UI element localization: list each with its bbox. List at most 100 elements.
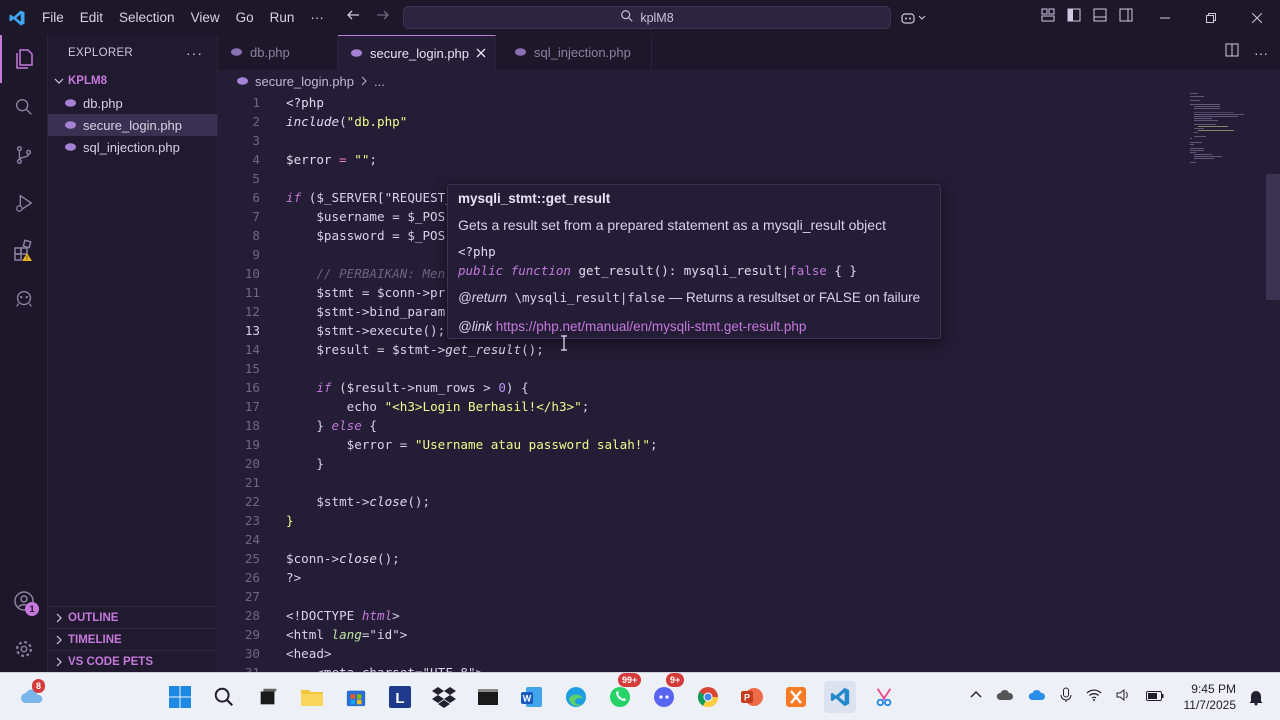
cloud-icon[interactable] bbox=[996, 688, 1014, 706]
microphone-icon[interactable] bbox=[1060, 687, 1072, 708]
extensions-icon[interactable]: ! bbox=[0, 227, 48, 275]
code-line[interactable]: 31 <meta charset="UTF-8"> bbox=[218, 663, 1178, 673]
menu-edit[interactable]: Edit bbox=[72, 0, 111, 35]
code-line[interactable]: 22 $stmt->close(); bbox=[218, 492, 1178, 511]
run-debug-icon[interactable] bbox=[0, 179, 48, 227]
tab-secure-login-php[interactable]: secure_login.php bbox=[338, 35, 496, 70]
code-editor[interactable]: 1 <?php 2 include("db.php" 3 4 $error = ""; 5 6 i… bbox=[218, 92, 1280, 672]
wifi-icon[interactable] bbox=[1086, 688, 1102, 707]
letter-l-app-icon[interactable]: L bbox=[384, 681, 416, 713]
microsoft-store-icon[interactable] bbox=[340, 681, 372, 713]
file-explorer-icon[interactable] bbox=[296, 681, 328, 713]
minimap[interactable] bbox=[1188, 92, 1268, 172]
chrome-icon[interactable] bbox=[692, 681, 724, 713]
tab-db-php[interactable]: db.php bbox=[218, 35, 338, 70]
forward-arrow-icon[interactable] bbox=[375, 7, 391, 28]
remote-explorer-icon[interactable] bbox=[0, 275, 48, 323]
battery-icon[interactable] bbox=[1146, 688, 1164, 706]
code-line[interactable]: 2 include("db.php" bbox=[218, 112, 1178, 131]
snipping-tool-icon[interactable] bbox=[868, 681, 900, 713]
vscode-pets-section[interactable]: VS CODE PETS bbox=[48, 650, 218, 672]
dropbox-icon[interactable] bbox=[428, 681, 460, 713]
customize-layout-icon[interactable] bbox=[1040, 7, 1056, 28]
timeline-section[interactable]: TIMELINE bbox=[48, 628, 218, 650]
back-arrow-icon[interactable] bbox=[345, 7, 361, 28]
toggle-sidebar-icon[interactable] bbox=[1066, 7, 1082, 28]
terminal-icon[interactable] bbox=[472, 681, 504, 713]
code-line[interactable]: 20 } bbox=[218, 454, 1178, 473]
code-line[interactable]: 1 <?php bbox=[218, 93, 1178, 112]
settings-gear-icon[interactable] bbox=[0, 625, 48, 673]
menu-go[interactable]: Go bbox=[228, 0, 262, 35]
code-line[interactable]: 27 bbox=[218, 587, 1178, 606]
editor-scrollbar[interactable] bbox=[1266, 174, 1280, 300]
taskbar-search-icon[interactable] bbox=[208, 681, 240, 713]
menu-more[interactable]: ··· bbox=[302, 0, 332, 35]
line-number: 16 bbox=[244, 379, 260, 395]
menu-selection[interactable]: Selection bbox=[111, 0, 183, 35]
menu-file[interactable]: File bbox=[34, 0, 72, 35]
file-sql-injection-php[interactable]: sql_injection.php bbox=[48, 136, 217, 158]
breadcrumb-file[interactable]: secure_login.php bbox=[255, 74, 354, 89]
clock[interactable]: 9:45 PM 11/7/2025 bbox=[1184, 681, 1237, 713]
code-line[interactable]: 4 $error = ""; bbox=[218, 150, 1178, 169]
file-secure-login-php[interactable]: secure_login.php bbox=[48, 114, 217, 136]
code-token: $error = bbox=[286, 436, 415, 452]
minimize-icon[interactable] bbox=[1142, 0, 1188, 35]
toggle-secondary-sidebar-icon[interactable] bbox=[1118, 7, 1134, 28]
outline-section[interactable]: OUTLINE bbox=[48, 606, 218, 628]
close-window-icon[interactable] bbox=[1234, 0, 1280, 35]
source-control-icon[interactable] bbox=[0, 131, 48, 179]
code-line[interactable]: 21 bbox=[218, 473, 1178, 492]
vscode-taskbar-icon[interactable] bbox=[824, 681, 856, 713]
code-line[interactable]: 28 <!DOCTYPE html> bbox=[218, 606, 1178, 625]
split-editor-icon[interactable] bbox=[1224, 42, 1240, 63]
word-icon[interactable]: W bbox=[516, 681, 548, 713]
start-menu-icon[interactable] bbox=[164, 681, 196, 713]
copilot-icon[interactable] bbox=[900, 10, 926, 26]
folder-kplm8[interactable]: KPLM8 bbox=[48, 70, 217, 92]
code-line[interactable]: 14 $result = $stmt->get_result(); bbox=[218, 340, 1178, 359]
code-line[interactable]: 26 ?> bbox=[218, 568, 1178, 587]
notifications-icon[interactable] bbox=[1240, 681, 1272, 713]
signature-function: function bbox=[510, 263, 571, 278]
code-line[interactable]: 29 <html lang="id"> bbox=[218, 625, 1178, 644]
onedrive-icon[interactable] bbox=[1028, 688, 1046, 706]
accounts-icon[interactable]: 1 bbox=[0, 577, 48, 625]
powerpoint-icon[interactable]: P bbox=[736, 681, 768, 713]
discord-icon[interactable]: 9+ bbox=[648, 673, 685, 713]
restore-icon[interactable] bbox=[1188, 0, 1234, 35]
code-line[interactable]: 19 $error = "Username atau password sala… bbox=[218, 435, 1178, 454]
close-tab-icon[interactable] bbox=[476, 46, 486, 61]
code-line[interactable]: 30 <head> bbox=[218, 644, 1178, 663]
toggle-panel-icon[interactable] bbox=[1092, 7, 1108, 28]
code-line[interactable]: 24 bbox=[218, 530, 1178, 549]
code-line[interactable]: 23} bbox=[218, 511, 1178, 530]
edge-browser-icon[interactable] bbox=[560, 681, 592, 713]
code-text: } bbox=[286, 511, 294, 530]
volume-icon[interactable] bbox=[1116, 688, 1132, 707]
menu-view[interactable]: View bbox=[183, 0, 228, 35]
code-line[interactable]: 17 echo "<h3>Login Berhasil!</h3>"; bbox=[218, 397, 1178, 416]
command-center-search[interactable]: kplM8 bbox=[403, 6, 891, 29]
code-line[interactable]: 15 bbox=[218, 359, 1178, 378]
task-view-icon[interactable] bbox=[252, 681, 284, 713]
explorer-icon[interactable] bbox=[0, 35, 48, 83]
system-tray bbox=[970, 673, 1164, 720]
file-db-php[interactable]: db.php bbox=[48, 92, 217, 114]
code-line[interactable]: 16 if ($result->num_rows > 0) { bbox=[218, 378, 1178, 397]
code-line[interactable]: 3 bbox=[218, 131, 1178, 150]
xampp-icon[interactable] bbox=[780, 681, 812, 713]
weather-icon[interactable]: 8 bbox=[16, 679, 48, 713]
tab-sql-injection-php[interactable]: sql_injection.php bbox=[496, 35, 652, 70]
search-view-icon[interactable] bbox=[0, 83, 48, 131]
more-actions-icon[interactable]: ··· bbox=[186, 45, 203, 61]
doc-link[interactable]: https://php.net/manual/en/mysqli-stmt.ge… bbox=[496, 319, 807, 334]
menu-run[interactable]: Run bbox=[262, 0, 303, 35]
more-actions-icon[interactable]: ··· bbox=[1254, 45, 1268, 61]
whatsapp-icon[interactable]: 99+ bbox=[604, 673, 642, 713]
code-line[interactable]: 25 $conn->close(); bbox=[218, 549, 1178, 568]
breadcrumb-rest[interactable]: ... bbox=[374, 74, 385, 89]
code-line[interactable]: 18 } else { bbox=[218, 416, 1178, 435]
chevron-up-icon[interactable] bbox=[970, 688, 982, 706]
